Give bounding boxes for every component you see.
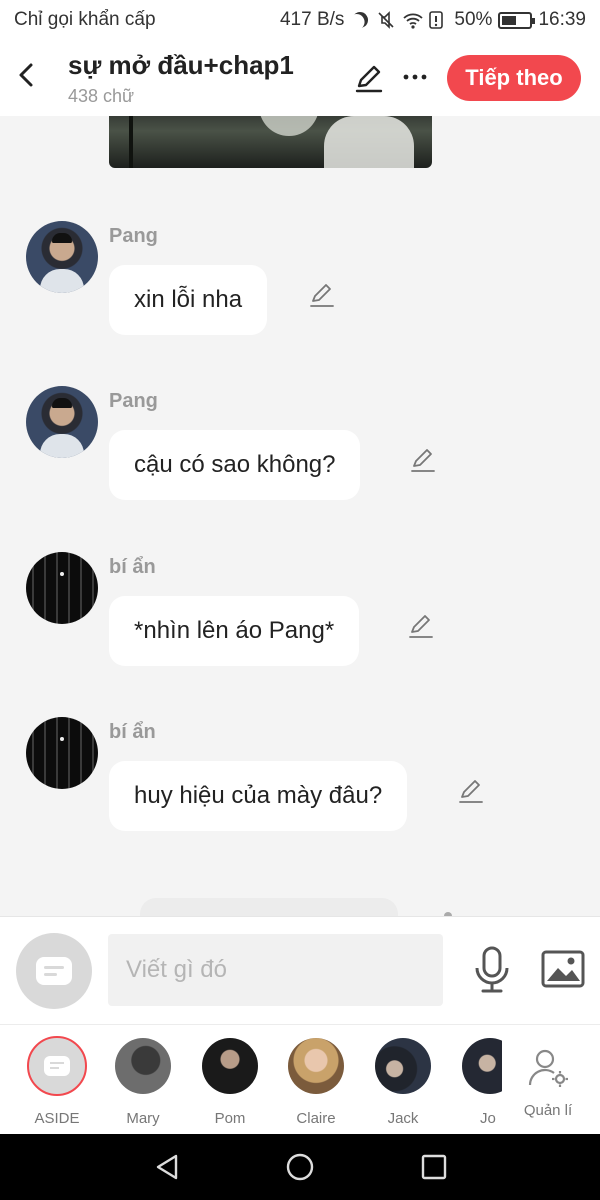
message-input[interactable] (108, 934, 443, 1006)
page-title: sự mở đầu+chap1 (68, 50, 294, 80)
character-bar: ASIDE Mary Pom Claire Jack Jo Quản lí (0, 1024, 600, 1134)
pencil-icon (310, 284, 334, 307)
character-label: Pom (214, 1110, 246, 1127)
nav-home-button[interactable] (285, 1152, 315, 1182)
edit-message-button[interactable] (457, 777, 485, 805)
sender-name: Pang (109, 390, 158, 412)
battery-percent: 50% (454, 9, 493, 30)
avatar (27, 1036, 87, 1096)
character-mary[interactable]: Mary (110, 1038, 176, 1127)
mic-icon (475, 946, 509, 993)
pencil-icon (355, 65, 383, 93)
composer (0, 916, 600, 1024)
pencil-icon (411, 449, 435, 472)
more-icon (403, 74, 427, 80)
aside-icon (36, 957, 72, 985)
message-bubble[interactable]: *nhìn lên áo Pang* (109, 596, 360, 666)
back-icon (19, 63, 33, 87)
avatar (115, 1038, 171, 1094)
clock: 16:39 (538, 9, 586, 30)
status-icons: 417 B/s 50% 16:39 (280, 9, 586, 31)
manage-label: Quản lí (523, 1102, 573, 1119)
avatar[interactable] (26, 386, 98, 458)
message-bubble[interactable]: huy hiệu của mày đâu? (109, 761, 408, 831)
aside-icon (44, 1056, 70, 1076)
alert-sim-icon (428, 10, 448, 30)
carrier-text: Chỉ gọi khẩn cấp (14, 9, 156, 30)
character-label: Mary (126, 1110, 160, 1127)
next-button[interactable]: Tiếp theo (447, 55, 581, 101)
avatar (288, 1038, 344, 1094)
message-row: Pang xin lỗi nha (0, 221, 600, 361)
sender-name: Pang (109, 225, 158, 247)
message-row: bí ẩn *nhìn lên áo Pang* (0, 552, 600, 692)
nav-recent-button[interactable] (419, 1152, 449, 1182)
navigation-bar (0, 1134, 600, 1200)
aside-toggle-button[interactable] (16, 933, 92, 1009)
character-claire[interactable]: Claire (283, 1038, 349, 1127)
manage-button[interactable]: Quản lí (514, 1047, 582, 1119)
avatar (375, 1038, 431, 1094)
nav-recent-icon (421, 1154, 447, 1180)
message-bubble[interactable]: cậu có sao không? (109, 430, 361, 500)
avatar (462, 1038, 502, 1094)
sender-name: bí ẩn (109, 556, 156, 578)
wifi-icon (402, 10, 424, 30)
back-button[interactable] (12, 60, 42, 90)
character-jo[interactable]: Jo (462, 1038, 502, 1127)
character-label: ASIDE (34, 1110, 80, 1127)
network-speed: 417 B/s (279, 9, 345, 30)
character-label: Claire (296, 1110, 336, 1127)
mic-button[interactable] (472, 945, 512, 995)
word-count: 438 chữ (68, 86, 135, 106)
pencil-icon (409, 615, 433, 638)
battery-icon (498, 11, 536, 29)
character-jack[interactable]: Jack (370, 1038, 436, 1127)
message-bubble[interactable]: xin lỗi nha (109, 265, 268, 335)
character-pom[interactable]: Pom (197, 1038, 263, 1127)
avatar (202, 1038, 258, 1094)
character-label: Jack (387, 1110, 419, 1127)
message-row: bí ẩn huy hiệu của mày đâu? (0, 717, 600, 857)
pencil-icon (459, 780, 483, 803)
message-row: Pang cậu có sao không? (0, 386, 600, 526)
character-aside[interactable]: ASIDE (24, 1036, 90, 1127)
more-button[interactable] (400, 62, 430, 92)
edit-message-button[interactable] (308, 281, 336, 309)
edit-message-button[interactable] (407, 612, 435, 640)
edit-message-button[interactable] (409, 446, 437, 474)
story-image[interactable] (109, 116, 432, 168)
manage-icon (528, 1049, 568, 1087)
avatar[interactable] (26, 717, 98, 789)
image-button[interactable] (541, 949, 585, 989)
chat-area[interactable]: Pang xin lỗi nha Pang cậu có sao không? … (0, 116, 600, 916)
avatar[interactable] (26, 552, 98, 624)
message-bubble[interactable] (140, 898, 398, 916)
edit-title-button[interactable] (353, 62, 385, 94)
sender-name: bí ẩn (109, 721, 156, 743)
mute-icon (376, 10, 396, 30)
image-icon (541, 950, 585, 988)
header: sự mở đầu+chap1 438 chữ Tiếp theo (0, 40, 600, 116)
status-bar: Chỉ gọi khẩn cấp 417 B/s 50% 16:39 (0, 0, 600, 40)
moon-icon (350, 10, 370, 30)
nav-home-icon (286, 1153, 314, 1181)
nav-back-button[interactable] (152, 1152, 182, 1182)
nav-back-icon (156, 1154, 178, 1180)
character-label: Jo (480, 1110, 496, 1127)
avatar[interactable] (26, 221, 98, 293)
